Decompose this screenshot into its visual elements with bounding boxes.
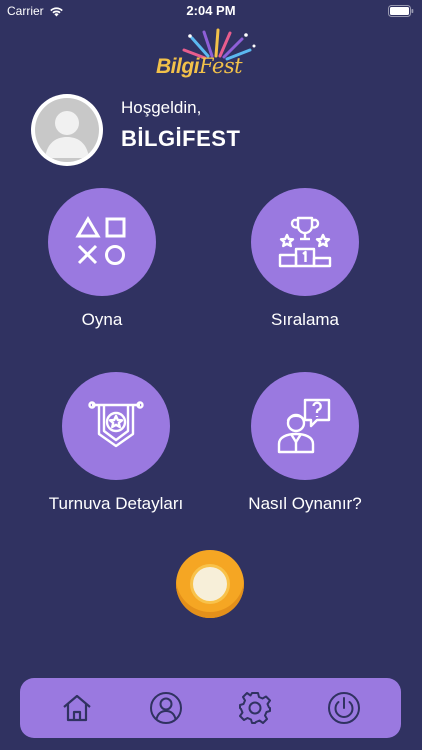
power-icon bbox=[328, 692, 361, 724]
how-to-play-button[interactable] bbox=[251, 372, 359, 480]
bilgifest-logo: BilgiFest bbox=[150, 26, 272, 86]
home-icon bbox=[62, 694, 91, 722]
settings-icon bbox=[239, 692, 272, 724]
battery-indicator bbox=[388, 5, 414, 20]
menu-item-ranking[interactable]: Sıralama bbox=[205, 188, 405, 348]
tournament-details-button[interactable] bbox=[62, 372, 170, 480]
tab-logout[interactable] bbox=[320, 684, 368, 732]
tab-home[interactable] bbox=[53, 684, 101, 732]
welcome-text: Hoşgeldin, bbox=[121, 98, 202, 117]
game-symbols-icon bbox=[75, 216, 126, 265]
status-bar: Carrier 2:04 PM bbox=[0, 0, 422, 22]
user-silhouette-icon bbox=[45, 111, 89, 158]
avatar[interactable] bbox=[31, 94, 103, 166]
logo-text: BilgiFest bbox=[156, 54, 243, 79]
pennant-star-icon bbox=[88, 401, 144, 448]
ranking-button[interactable] bbox=[251, 188, 359, 296]
podium-trophy-icon bbox=[278, 216, 332, 268]
tab-profile[interactable] bbox=[142, 684, 190, 732]
menu-item-tournament[interactable]: Turnuva Detayları bbox=[16, 372, 216, 532]
menu-label-ranking: Sıralama bbox=[270, 310, 340, 329]
menu-item-how-to-play[interactable]: Nasıl Oynanır? bbox=[205, 372, 405, 532]
username: BİLGİFEST bbox=[121, 126, 241, 151]
menu-label-tournament: Turnuva Detayları bbox=[48, 494, 184, 513]
logo-text-fest: Fest bbox=[199, 54, 243, 78]
logo-text-bilgi: Bilgi bbox=[156, 55, 200, 78]
battery-icon bbox=[388, 5, 414, 17]
screen: Carrier 2:04 PM BilgiFest Hoşgeldin, BİL… bbox=[0, 0, 422, 750]
tab-bar bbox=[20, 678, 401, 738]
profile-icon bbox=[149, 692, 182, 724]
menu-item-play[interactable]: Oyna bbox=[2, 188, 202, 348]
avatar-placeholder bbox=[35, 98, 99, 162]
menu-label-how-to-play: Nasıl Oynanır? bbox=[248, 494, 362, 513]
person-question-icon bbox=[277, 398, 331, 454]
tab-settings[interactable] bbox=[231, 684, 279, 732]
center-action-button-core bbox=[193, 567, 227, 601]
play-button[interactable] bbox=[48, 188, 156, 296]
status-time: 2:04 PM bbox=[186, 3, 236, 18]
center-action-button[interactable] bbox=[176, 550, 244, 618]
menu-label-play: Oyna bbox=[81, 310, 123, 329]
